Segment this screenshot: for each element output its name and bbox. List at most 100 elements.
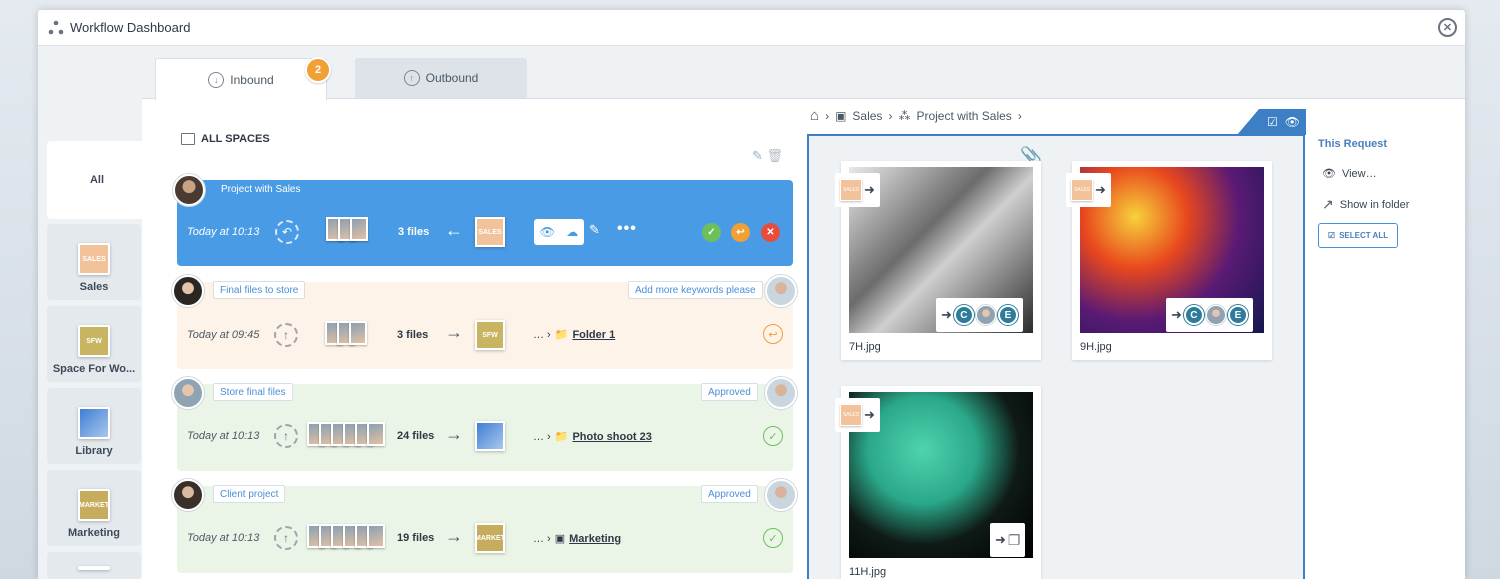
- breadcrumb: ⌂ › ▣ Sales › ⁂ Project with Sales ›: [810, 107, 1022, 124]
- file-count: 3 files: [397, 329, 429, 341]
- select-all-button[interactable]: ☑ SELECT ALL: [1318, 223, 1398, 248]
- tab-inbound[interactable]: ↓ Inbound: [155, 58, 327, 100]
- eye-icon: 👁: [1322, 168, 1336, 180]
- sidebar-item-sales[interactable]: SALES Sales: [47, 224, 141, 300]
- user-badge: C: [953, 305, 974, 325]
- space-thumbnail: SALES: [840, 404, 862, 426]
- copy-icon: ❐: [1007, 531, 1021, 548]
- workflow-icon: ⁂: [898, 108, 911, 123]
- breadcrumb-item-sales[interactable]: Sales: [852, 109, 882, 123]
- sidebar-item-label: Space For Wo...: [52, 363, 136, 375]
- space-thumbnail: [78, 407, 110, 439]
- space-thumbnail: SFW: [78, 325, 110, 357]
- folder-icon: 📁: [554, 431, 569, 443]
- space-thumbnail: MARKET: [78, 489, 110, 521]
- request-label: Client project: [213, 485, 286, 503]
- select-all-label: SELECT ALL: [1339, 231, 1389, 240]
- cloud-download-icon[interactable]: ☁: [566, 225, 578, 239]
- avatar: [1205, 305, 1226, 325]
- sidebar-item-space-for-work[interactable]: SFW Space For Wo...: [47, 306, 141, 382]
- file-count: 19 files: [397, 532, 435, 544]
- checkbox-icon: ☑: [1327, 231, 1336, 240]
- folder-link[interactable]: Marketing: [569, 533, 621, 545]
- file-count: 24 files: [397, 430, 435, 442]
- avatar: [172, 479, 204, 511]
- show-in-folder-label: Show in folder: [1339, 198, 1410, 211]
- destination-thumbnail: SFW: [475, 320, 505, 350]
- avatar: [765, 479, 797, 511]
- folder-link[interactable]: Photo shoot 23: [572, 431, 651, 443]
- space-thumbnail: SALES: [840, 179, 862, 201]
- sidebar-item-marketing[interactable]: MARKET Marketing: [47, 470, 141, 546]
- destination-thumbnail: [475, 421, 505, 451]
- eye-icon[interactable]: 👁: [540, 225, 555, 239]
- file-stack: [325, 321, 367, 347]
- upload-cycle-icon: ↑: [274, 424, 298, 448]
- eye-icon[interactable]: 👁: [1285, 115, 1300, 129]
- close-icon[interactable]: ✕: [1438, 18, 1457, 37]
- breadcrumb-item-project[interactable]: Project with Sales: [916, 109, 1011, 123]
- heading-text: ALL SPACES: [201, 133, 270, 145]
- row-actions: 👁 ☁: [534, 219, 584, 245]
- assignee-strip: ➜ C E: [1166, 298, 1253, 332]
- destination-path: … › ▣ Marketing: [533, 532, 622, 546]
- tab-outbound[interactable]: ↑ Outbound: [355, 58, 527, 98]
- avatar: [975, 305, 996, 325]
- home-icon[interactable]: ⌂: [810, 107, 819, 124]
- sidebar-item-all[interactable]: All: [47, 141, 147, 219]
- sidebar-item-library[interactable]: Library: [47, 388, 141, 464]
- space-icon: ▣: [554, 533, 566, 545]
- edit-icon[interactable]: ✎: [589, 222, 600, 238]
- status-label: Approved: [701, 485, 758, 503]
- space-thumbnail: [78, 566, 110, 570]
- approve-button[interactable]: ✓: [702, 223, 721, 242]
- approved-status-icon: ✓: [763, 426, 783, 446]
- destination-path: … › 📁 Photo shoot 23: [533, 430, 652, 444]
- list-tools: ✎ 🗑: [752, 148, 783, 164]
- avatar: [765, 377, 797, 409]
- reject-button[interactable]: ✕: [761, 223, 780, 242]
- avatar: [172, 275, 204, 307]
- view-action[interactable]: 👁 View…: [1322, 167, 1377, 181]
- view-label: View…: [1341, 167, 1377, 180]
- checkbox-icon[interactable]: ☑: [1267, 115, 1278, 129]
- upload-cycle-icon: ↑: [274, 323, 298, 347]
- download-icon: ↓: [208, 71, 225, 88]
- space-icon: ▣: [835, 108, 847, 123]
- folder-link[interactable]: Folder 1: [572, 329, 615, 341]
- arrow-right-icon: →: [445, 322, 463, 342]
- user-badge: E: [1227, 305, 1248, 325]
- destination-path: … › 📁 Folder 1: [533, 328, 616, 342]
- more-icon[interactable]: •••: [617, 220, 637, 238]
- sidebar-item-more[interactable]: [47, 552, 141, 579]
- spaces-icon: [181, 133, 195, 145]
- pencil-icon[interactable]: ✎: [752, 148, 763, 163]
- row-time: Today at 10:13: [187, 532, 260, 544]
- destination-thumbnail: SALES: [475, 217, 505, 247]
- space-thumbnail: SALES: [1071, 179, 1093, 201]
- tab-outbound-label: Outbound: [425, 71, 479, 85]
- approved-status-icon: ✓: [763, 528, 783, 548]
- avatar: [173, 174, 205, 206]
- sidebar-item-label: Library: [75, 445, 113, 457]
- destination-thumbnail: MARKET: [475, 523, 505, 553]
- return-button[interactable]: ↩: [731, 223, 750, 242]
- comment-label: Add more keywords please: [628, 281, 763, 299]
- inbound-count-badge: 2: [305, 57, 331, 83]
- row-time: Today at 10:13: [187, 226, 260, 238]
- user-badge: C: [1183, 305, 1204, 325]
- arrow-right-icon: →: [445, 424, 463, 444]
- arrow-up-right-icon: ↗: [1322, 196, 1334, 212]
- file-name: 7H.jpg: [849, 341, 881, 353]
- avatar: [172, 377, 204, 409]
- upload-cycle-icon: ↑: [274, 526, 298, 550]
- file-stack: [326, 217, 368, 243]
- trash-icon[interactable]: 🗑: [767, 148, 784, 163]
- window-title: Workflow Dashboard: [70, 20, 191, 35]
- return-icon: ↶: [275, 220, 299, 244]
- file-stack: [307, 422, 385, 448]
- show-in-folder-action[interactable]: ↗ Show in folder: [1322, 196, 1409, 213]
- all-spaces-heading: ALL SPACES: [181, 133, 270, 145]
- assignee-strip: ➜ C E: [936, 298, 1023, 332]
- avatar: [765, 275, 797, 307]
